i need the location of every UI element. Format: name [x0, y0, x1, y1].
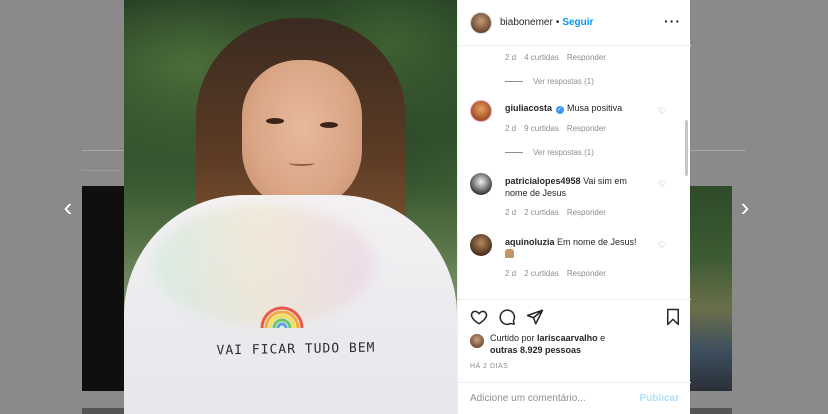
- comment-like-heart-icon[interactable]: ♡: [658, 106, 666, 117]
- comment-username[interactable]: giuliacosta: [505, 103, 552, 113]
- comment-like-heart-icon[interactable]: ♡: [658, 240, 666, 251]
- liked-by-conjunction: e: [600, 333, 606, 343]
- comment-like-heart-icon[interactable]: ♡: [658, 179, 666, 190]
- comment-username[interactable]: aquinoluzia: [505, 237, 555, 247]
- liked-by-prefix: Curtido por: [490, 333, 535, 343]
- comment-avatar[interactable]: [470, 173, 492, 195]
- background-post-thumbnail-bottom-right: [690, 408, 732, 414]
- comment-time: 2 d: [505, 53, 517, 62]
- comment-meta: 2 d 2 curtidas Responder: [505, 269, 606, 278]
- comment-time: 2 d: [505, 208, 517, 217]
- post-actions: Curtido por lariscaarvalho e outras 8.92…: [458, 299, 691, 382]
- view-replies-label: Ver respostas (1): [533, 148, 594, 157]
- comment-meta: 2 d 9 curtidas Responder: [505, 124, 606, 133]
- liked-by: Curtido por lariscaarvalho e outras 8.92…: [470, 332, 650, 356]
- heart-icon[interactable]: [470, 308, 488, 326]
- background-post-thumbnail-bottom-left: [82, 408, 124, 414]
- more-options-icon[interactable]: ···: [664, 13, 681, 29]
- background-post-thumbnail-right[interactable]: [690, 186, 732, 391]
- liked-by-others[interactable]: outras 8.929 pessoas: [490, 345, 581, 355]
- bookmark-icon[interactable]: [664, 308, 682, 326]
- comment-input[interactable]: [470, 393, 640, 404]
- comment-likes[interactable]: 2 curtidas: [524, 208, 559, 217]
- comment-item: patricialopes4958 Vai sim em nome de Jes…: [470, 173, 670, 233]
- comment-text: giuliacosta ✓ Musa positiva: [505, 102, 645, 114]
- folded-hands-icon: [505, 249, 514, 258]
- comment-avatar[interactable]: [470, 100, 492, 122]
- post-photo[interactable]: VAI FICAR TUDO BEM: [124, 0, 457, 414]
- next-post-arrow[interactable]: ›: [735, 193, 755, 221]
- photo-eye-right: [320, 122, 338, 128]
- author-avatar[interactable]: [470, 11, 492, 34]
- comment-likes[interactable]: 4 curtidas: [524, 53, 559, 62]
- follow-button[interactable]: Seguir: [562, 17, 593, 28]
- comment-icon[interactable]: [498, 308, 516, 326]
- comment-text: patricialopes4958 Vai sim em nome de Jes…: [505, 175, 645, 199]
- comment-text: aquinoluzia Em nome de Jesus!: [505, 236, 645, 260]
- liked-by-user[interactable]: lariscaarvalho: [537, 333, 598, 343]
- comment-body: Musa positiva: [567, 103, 623, 113]
- author-username[interactable]: biabonemer: [500, 17, 553, 28]
- comments-list[interactable]: 2 d 4 curtidas Responder Ver respostas (…: [458, 46, 691, 298]
- photo-eye-left: [266, 118, 284, 124]
- previous-post-arrow[interactable]: ‹: [58, 193, 78, 221]
- verified-badge-icon: ✓: [555, 106, 564, 114]
- liked-by-avatar[interactable]: [470, 334, 484, 348]
- post-side-panel: biabonemer • Seguir ··· 2 d 4 curtidas R…: [457, 0, 691, 414]
- photo-face: [242, 60, 362, 210]
- comment-meta: 2 d 2 curtidas Responder: [505, 208, 606, 217]
- post-header: biabonemer • Seguir ···: [458, 0, 691, 46]
- replies-line: [505, 152, 523, 153]
- header-separator: •: [555, 17, 560, 28]
- view-replies-button[interactable]: Ver respostas (1): [505, 148, 594, 157]
- view-replies-label: Ver respostas (1): [533, 77, 594, 86]
- background-post-thumbnail-left[interactable]: [82, 186, 124, 391]
- comment-item: aquinoluzia Em nome de Jesus! ♡: [470, 234, 670, 294]
- liked-by-text: Curtido por lariscaarvalho e outras 8.92…: [490, 332, 650, 356]
- reply-button[interactable]: Responder: [567, 124, 606, 133]
- add-comment-bar: Publicar: [458, 382, 691, 414]
- comment-time: 2 d: [505, 124, 517, 133]
- view-replies-button[interactable]: Ver respostas (1): [505, 77, 594, 86]
- post-comment-button[interactable]: Publicar: [640, 393, 679, 404]
- comment-time: 2 d: [505, 269, 517, 278]
- comment-likes[interactable]: 9 curtidas: [524, 124, 559, 133]
- rainbow-icon: [260, 306, 304, 328]
- post-modal: VAI FICAR TUDO BEM biabonemer • Seguir ·…: [124, 0, 691, 414]
- comment-meta: 2 d 4 curtidas Responder: [505, 53, 606, 62]
- replies-line: [505, 81, 523, 82]
- post-date[interactable]: HÁ 2 DIAS: [470, 363, 508, 370]
- background-divider-short: [82, 170, 122, 171]
- comments-scrollbar[interactable]: [685, 120, 688, 176]
- comment-body: Em nome de Jesus!: [557, 237, 637, 247]
- comment-likes[interactable]: 2 curtidas: [524, 269, 559, 278]
- comment-username[interactable]: patricialopes4958: [505, 176, 581, 186]
- reply-button[interactable]: Responder: [567, 208, 606, 217]
- photo-mouth: [289, 160, 315, 166]
- reply-button[interactable]: Responder: [567, 269, 606, 278]
- share-icon[interactable]: [526, 308, 544, 326]
- reply-button[interactable]: Responder: [567, 53, 606, 62]
- comment-avatar[interactable]: [470, 234, 492, 256]
